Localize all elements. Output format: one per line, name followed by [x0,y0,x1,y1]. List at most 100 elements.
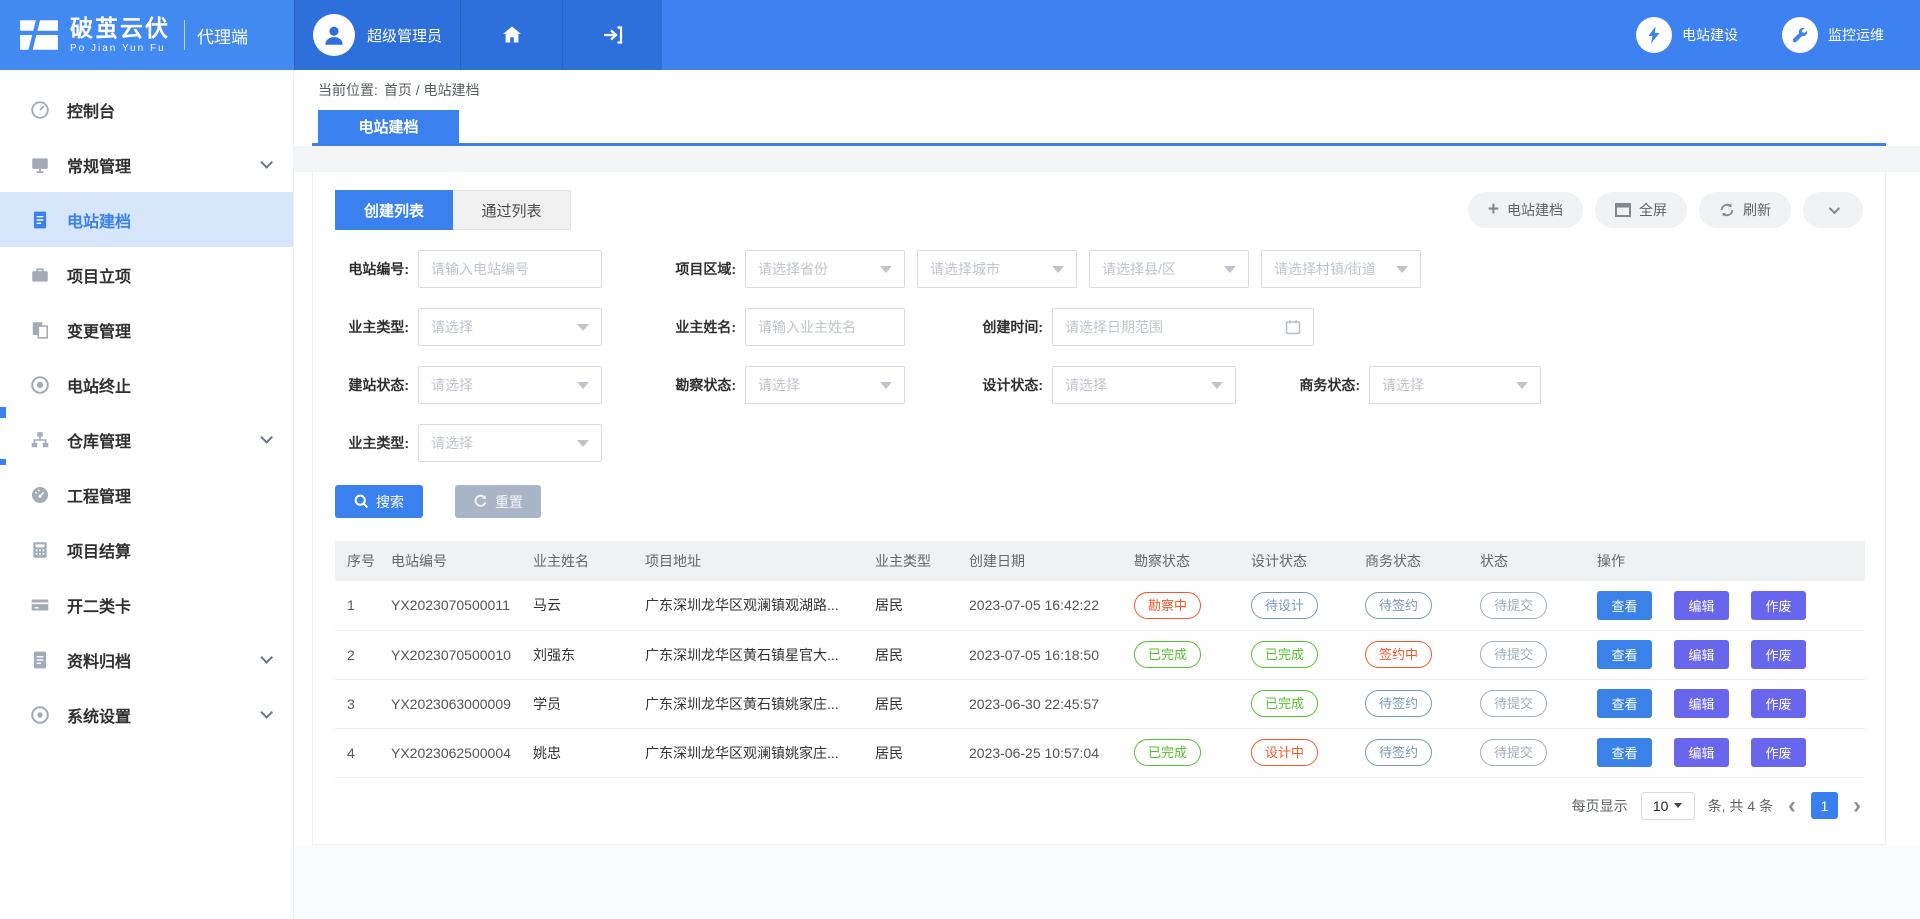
per-page-label: 每页显示 [1572,796,1628,816]
sidebar-item-station-termination[interactable]: 电站终止 [0,357,293,412]
fullscreen-button[interactable]: 全屏 [1595,192,1687,228]
home-button[interactable] [460,0,562,70]
prev-page-button[interactable]: ‹ [1786,794,1798,818]
edit-button[interactable]: 编辑 [1674,591,1729,620]
void-button[interactable]: 作废 [1751,640,1806,669]
top-bar: 破茧云伏 Po Jian Yun Fu 代理端 超级管理员 电 [0,0,1920,70]
edit-button[interactable]: 编辑 [1674,640,1729,669]
survey-status-select[interactable]: 请选择 [745,366,905,404]
nav-monitor-ops[interactable]: 监控运维 [1782,17,1884,53]
sidebar-item-engineering-mgmt[interactable]: 工程管理 [0,467,293,522]
design-status-cell: 已完成 [1239,630,1353,679]
business-status-cell: 待签约 [1353,581,1468,630]
page-1-button[interactable]: 1 [1811,792,1838,819]
view-button[interactable]: 查看 [1597,640,1652,669]
sidebar-item-general-mgmt[interactable]: 常规管理 [0,137,293,192]
user-name: 超级管理员 [367,25,442,46]
tab-create-list[interactable]: 创建列表 [335,190,453,230]
create-station-button[interactable]: + 电站建档 [1468,192,1583,228]
filter-label-design-status: 设计状态: [969,375,1043,395]
next-page-button[interactable]: › [1851,794,1863,818]
address-cell: 广东深圳龙华区观澜镇观湖路... [633,581,863,630]
station-no-input[interactable] [418,250,602,288]
create-station-label: 电站建档 [1507,200,1563,220]
station-no-cell: YX2023070500011 [379,581,521,630]
owner-type-select-2[interactable]: 请选择 [418,424,602,462]
reset-button[interactable]: 重置 [455,485,541,518]
sidebar-item-change-mgmt[interactable]: 变更管理 [0,302,293,357]
sidebar-item-project-initiation[interactable]: 项目立项 [0,247,293,302]
status-status-cell: 待提交 [1468,581,1585,630]
owner-name-input[interactable] [745,308,905,346]
search-button[interactable]: 搜索 [335,485,423,518]
view-button[interactable]: 查看 [1597,591,1652,620]
caret-down-icon [880,266,892,273]
person-icon [321,22,347,48]
sidebar-item-dashboard[interactable]: 控制台 [0,82,293,137]
stations-table: 序号电站编号业主姓名项目地址业主类型创建日期勘察状态设计状态商务状态状态操作 1… [335,541,1865,778]
void-button[interactable]: 作废 [1751,591,1806,620]
sidebar-item-open-card[interactable]: 开二类卡 [0,577,293,632]
refresh-button[interactable]: 刷新 [1699,192,1791,228]
city-select[interactable]: 请选择城市 [917,250,1077,288]
caret-down-icon [577,382,589,389]
sidebar-item-station-archive[interactable]: 电站建档 [0,192,293,247]
void-button[interactable]: 作废 [1751,689,1806,718]
address-cell: 广东深圳龙华区观澜镇姚家庄... [633,728,863,777]
province-select[interactable]: 请选择省份 [745,250,905,288]
create-time-range-input[interactable] [1052,308,1314,346]
sitemap-icon [30,430,50,450]
view-button[interactable]: 查看 [1597,689,1652,718]
document-icon [30,210,50,230]
date-range-input[interactable] [1065,319,1285,335]
monitor-icon [30,155,50,175]
sidebar-scrollbar[interactable] [0,459,6,465]
card-icon [30,595,50,615]
tab-passed-list[interactable]: 通过列表 [453,190,571,230]
search-icon [354,494,369,509]
sidebar-scrollbar[interactable] [0,407,6,418]
per-page-select[interactable]: 10 [1641,792,1695,820]
sidebar-item-data-archive[interactable]: 资料归档 [0,632,293,687]
bolt-icon [1636,17,1672,53]
station-no-cell: YX2023062500004 [379,728,521,777]
sidebar-item-project-settlement[interactable]: 项目结算 [0,522,293,577]
nav-station-build[interactable]: 电站建设 [1636,17,1738,53]
business-status-select[interactable]: 请选择 [1369,366,1541,404]
calendar-icon [1285,319,1301,335]
sidebar-item-label: 开二类卡 [67,593,131,617]
edit-button[interactable]: 编辑 [1674,738,1729,767]
void-button[interactable]: 作废 [1751,738,1806,767]
nav-station-build-label: 电站建设 [1682,25,1738,45]
column-header: 勘察状态 [1122,541,1239,581]
design-status-select[interactable]: 请选择 [1052,366,1236,404]
status-badge: 待签约 [1365,592,1432,619]
sidebar-item-warehouse-mgmt[interactable]: 仓库管理 [0,412,293,467]
town-select-value: 请选择村镇/街道 [1274,259,1396,279]
column-header: 状态 [1468,541,1585,581]
logout-button[interactable] [562,0,662,70]
county-select[interactable]: 请选择县/区 [1089,250,1249,288]
sidebar-item-system-settings[interactable]: 系统设置 [0,687,293,742]
archive-doc-icon [30,650,50,670]
build-status-select[interactable]: 请选择 [418,366,602,404]
filter-label-owner-name: 业主姓名: [662,317,736,337]
reset-button-label: 重置 [495,492,523,512]
view-button[interactable]: 查看 [1597,738,1652,767]
status-badge: 待设计 [1251,592,1318,619]
status-badge: 已完成 [1251,690,1318,717]
filter-form: 电站编号: 项目区域: 请选择省份 请选择城市 请选择县/区 请选择村镇/街道 … [335,250,1863,518]
main-content: 当前位置: 首页 / 电站建档 电站建档 创建列表 通过列表 + 电站建档 全屏 [294,70,1920,919]
owner-type-cell: 居民 [863,581,957,630]
collapse-button[interactable] [1803,192,1863,228]
table-header-row: 序号电站编号业主姓名项目地址业主类型创建日期勘察状态设计状态商务状态状态操作 [335,541,1865,581]
edit-button[interactable]: 编辑 [1674,689,1729,718]
logo-icon [18,14,60,56]
page-tab-station-archive[interactable]: 电站建档 [318,110,459,143]
caret-down-icon [1052,266,1064,273]
town-select[interactable]: 请选择村镇/街道 [1261,250,1421,288]
portal-label: 代理端 [197,23,248,48]
owner-type-select[interactable]: 请选择 [418,308,602,346]
current-user[interactable]: 超级管理员 [294,0,460,70]
actions-cell: 查看编辑作废 [1585,630,1865,679]
